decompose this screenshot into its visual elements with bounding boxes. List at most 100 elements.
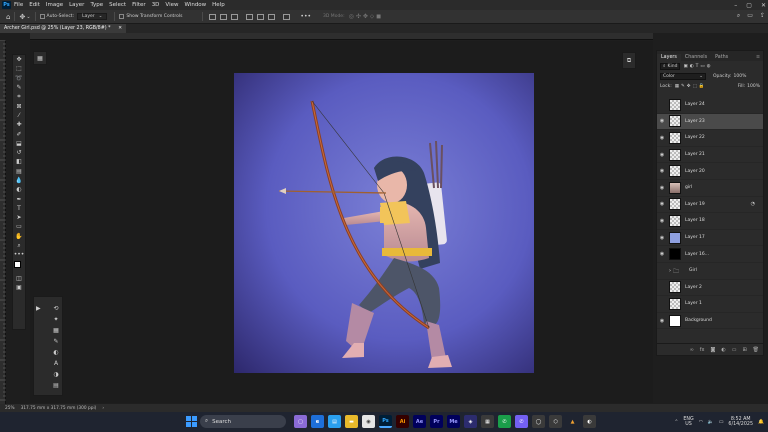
horizontal-ruler[interactable] xyxy=(30,33,653,40)
history-brush-tool-icon[interactable]: ↺ xyxy=(13,148,25,157)
after-effects-icon[interactable]: Ae xyxy=(413,415,426,428)
stamp-tool-icon[interactable]: ⬓ xyxy=(13,139,25,148)
zoom-level[interactable]: 25% xyxy=(5,406,15,411)
tab-channels[interactable]: Channels xyxy=(681,54,711,61)
properties-icon[interactable]: ⧉ xyxy=(627,57,631,65)
layer-row[interactable]: ◉ Layer 23 xyxy=(657,113,763,131)
app-icon[interactable]: ⬡ xyxy=(549,415,562,428)
layer-row[interactable]: Layer 2 xyxy=(657,280,763,297)
premiere-icon[interactable]: Pr xyxy=(430,415,443,428)
align-right-icon[interactable] xyxy=(268,13,276,20)
maximize-icon[interactable]: ▢ xyxy=(746,2,752,9)
move-tool-icon[interactable]: ✥ xyxy=(13,55,25,64)
panel-icon[interactable]: ▦ xyxy=(37,55,43,62)
blend-mode-dropdown[interactable]: Color ⌄ xyxy=(660,72,706,80)
app-icon[interactable]: ◐ xyxy=(583,415,596,428)
visibility-eye-icon[interactable]: ◉ xyxy=(657,152,667,158)
align-hcenter-icon[interactable] xyxy=(257,13,265,20)
healing-tool-icon[interactable]: ✚ xyxy=(13,120,25,129)
layer-row[interactable]: ◉ Layer 17 xyxy=(657,230,763,247)
adjustments-icon[interactable]: ◐ xyxy=(52,349,60,357)
actions-icon[interactable]: ✦ xyxy=(52,316,60,324)
collapsed-panel-right[interactable]: ⧉ xyxy=(622,52,636,69)
opacity-value[interactable]: 100% xyxy=(734,74,747,79)
chevron-right-icon[interactable]: › xyxy=(102,406,104,411)
quick-select-tool-icon[interactable]: ✎ xyxy=(13,83,25,92)
screen-mode-icon[interactable]: ▣ xyxy=(13,283,25,292)
chevron-down-icon[interactable]: ⌄ xyxy=(26,14,30,20)
new-layer-icon[interactable]: ⊞ xyxy=(742,347,746,353)
shape-tool-icon[interactable]: ▭ xyxy=(13,222,25,231)
task-view-icon[interactable]: ▢ xyxy=(294,415,307,428)
foreground-color-swatch[interactable] xyxy=(14,260,21,268)
search-icon[interactable]: ⌕ xyxy=(737,12,740,20)
vlc-icon[interactable]: ▲ xyxy=(566,415,579,428)
layer-row[interactable]: › 🗀 Girl xyxy=(657,263,763,280)
document-tab[interactable]: Archer Girl.psd @ 25% (Layer 23, RGB/8#)… xyxy=(0,24,127,33)
share-icon[interactable]: ⇪ xyxy=(760,12,765,20)
align-left-icon[interactable] xyxy=(246,13,254,20)
workspace-icon[interactable]: ▭ xyxy=(747,12,753,20)
layer-row[interactable]: ◉ Layer 20 xyxy=(657,163,763,180)
edge-icon[interactable]: e xyxy=(311,415,324,428)
eyedropper-tool-icon[interactable]: ⁄ xyxy=(13,111,25,120)
menu-file[interactable]: File xyxy=(14,2,23,8)
brush-tool-icon[interactable]: ✐ xyxy=(13,129,25,138)
frame-tool-icon[interactable]: ⊠ xyxy=(13,101,25,110)
layer-row[interactable]: ◉ Layer 19 ◔ xyxy=(657,197,763,214)
visibility-eye-icon[interactable]: ◉ xyxy=(657,168,667,174)
layer-row[interactable]: Layer 24 xyxy=(657,97,763,114)
menu-view[interactable]: View xyxy=(165,2,178,8)
media-encoder-icon[interactable]: Me xyxy=(447,415,460,428)
visibility-eye-icon[interactable]: ◉ xyxy=(657,318,667,324)
filter-kind-dropdown[interactable]: ⌕ Kind xyxy=(660,62,681,70)
panel-menu-icon[interactable]: ≡ xyxy=(753,54,763,61)
menu-select[interactable]: Select xyxy=(109,2,126,8)
visibility-eye-icon[interactable]: ◉ xyxy=(657,135,667,141)
chrome-icon[interactable]: ◉ xyxy=(362,415,375,428)
menu-type[interactable]: Type xyxy=(90,2,103,8)
close-icon[interactable]: ✕ xyxy=(761,2,766,9)
minimize-icon[interactable]: – xyxy=(734,2,737,9)
move-tool-icon[interactable]: ✥ xyxy=(19,13,25,21)
history-icon[interactable]: ⟲ xyxy=(52,305,60,313)
align-vcenter-icon[interactable] xyxy=(220,13,228,20)
file-explorer-icon[interactable]: ▬ xyxy=(345,415,358,428)
store-icon[interactable]: ▤ xyxy=(328,415,341,428)
app-icon[interactable]: ◯ xyxy=(532,415,545,428)
eraser-tool-icon[interactable]: ◧ xyxy=(13,157,25,166)
layer-row[interactable]: Layer 1 xyxy=(657,296,763,313)
lock-icons[interactable]: ▦✎✥⬚🔒 xyxy=(675,84,707,89)
illustrator-icon[interactable]: Ai xyxy=(396,415,409,428)
language-indicator[interactable]: ENG US xyxy=(683,417,693,428)
whatsapp-icon[interactable]: ✆ xyxy=(498,415,511,428)
zoom-tool-icon[interactable]: ⌕ xyxy=(13,241,25,250)
path-select-tool-icon[interactable]: ➤ xyxy=(13,213,25,222)
visibility-eye-icon[interactable]: ◉ xyxy=(657,235,667,241)
swatches-icon[interactable]: ▦ xyxy=(52,327,60,335)
visibility-eye-icon[interactable]: ◉ xyxy=(657,118,667,124)
crop-tool-icon[interactable]: ⌗ xyxy=(13,92,25,101)
battery-icon[interactable]: ▭ xyxy=(719,420,724,425)
marquee-tool-icon[interactable]: ⬚ xyxy=(13,64,25,73)
fill-value[interactable]: 100% xyxy=(747,84,760,89)
more-options-icon[interactable]: ••• xyxy=(300,13,311,20)
menu-edit[interactable]: Edit xyxy=(29,2,40,8)
play-icon[interactable]: ▶ xyxy=(36,305,41,312)
tab-layers[interactable]: Layers xyxy=(657,54,681,61)
home-icon[interactable]: ⌂ xyxy=(6,13,10,21)
document-canvas[interactable] xyxy=(234,73,534,373)
close-icon[interactable]: ✕ xyxy=(118,26,122,31)
quick-mask-icon[interactable]: ◫ xyxy=(13,274,25,283)
auto-select-dropdown[interactable]: Layer ⌄ xyxy=(77,13,108,20)
fx-icon[interactable]: fx xyxy=(700,347,705,353)
visibility-eye-icon[interactable]: ◉ xyxy=(657,218,667,224)
viber-icon[interactable]: ✆ xyxy=(515,415,528,428)
gradients-icon[interactable]: ▤ xyxy=(52,382,60,390)
vertical-ruler[interactable] xyxy=(0,39,6,404)
collapsed-panel-left[interactable]: ▦ xyxy=(33,51,47,65)
lasso-tool-icon[interactable]: ➰ xyxy=(13,74,25,83)
visibility-eye-icon[interactable]: ◉ xyxy=(657,251,667,257)
hand-tool-icon[interactable]: ✋ xyxy=(13,232,25,241)
show-transform-checkbox[interactable] xyxy=(119,14,125,19)
